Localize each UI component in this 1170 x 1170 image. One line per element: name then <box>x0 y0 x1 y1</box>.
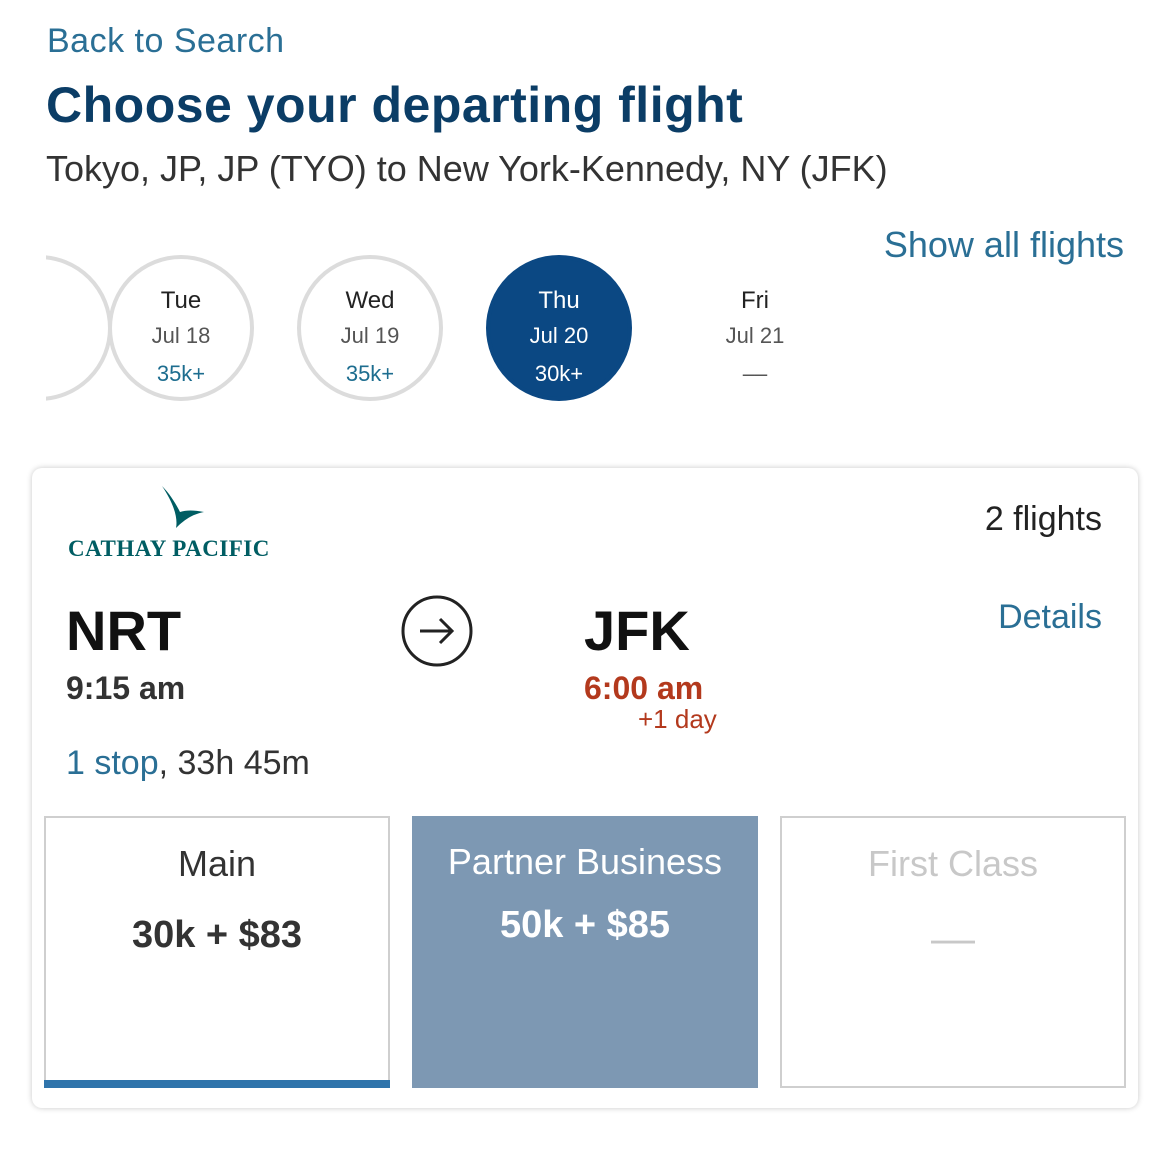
cathay-brushwing-icon <box>162 486 204 528</box>
details-link[interactable]: Details <box>998 598 1102 637</box>
date-price: 35k+ <box>156 361 206 386</box>
airline-name: CATHAY PACIFIC <box>68 536 270 561</box>
departure-time: 9:15 am <box>66 670 186 706</box>
date-price: –– <box>742 361 768 386</box>
date-date: Jul 21 <box>725 323 785 348</box>
date-day: Wed <box>345 287 395 314</box>
date-day: Tue <box>160 287 202 314</box>
destination-airport-code: JFK <box>584 599 690 662</box>
stops-link[interactable]: 1 stop <box>66 744 159 782</box>
stops-duration: 1 stop, 33h 45m <box>66 744 310 783</box>
fare-partner-business[interactable]: Partner Business 50k + $85 <box>412 816 758 1088</box>
date-pill-jul-21[interactable]: Fri Jul 21 –– <box>682 255 828 401</box>
back-to-search-link[interactable]: Back to Search <box>47 22 285 61</box>
selected-fare-indicator <box>44 1080 390 1088</box>
fare-price: 30k + $83 <box>131 914 303 956</box>
arrow-right-circle-icon <box>401 595 473 667</box>
date-date: Jul 18 <box>151 323 211 348</box>
date-date: Jul 19 <box>340 323 400 348</box>
fare-label: First Class <box>868 843 1038 884</box>
fare-first-class: First Class — <box>780 816 1126 1088</box>
fare-label: Partner Business <box>447 841 723 882</box>
duration: , 33h 45m <box>158 744 310 782</box>
page-title: Choose your departing flight <box>46 77 744 133</box>
fare-price: — <box>931 914 975 963</box>
date-selector: Tue Jul 18 35k+ Wed Jul 19 35k+ Thu Jul … <box>46 255 1126 405</box>
arrival-day-offset: +1 day <box>638 704 717 734</box>
fare-price: 50k + $85 <box>499 904 671 946</box>
fare-label: Main <box>177 843 257 884</box>
flight-card[interactable]: CATHAY PACIFIC 2 flights Details NRT 9:1… <box>32 468 1138 1108</box>
date-day: Thu <box>538 287 580 314</box>
date-price: 35k+ <box>345 361 395 386</box>
date-day: Fri <box>741 287 769 314</box>
route-summary: Tokyo, JP, JP (TYO) to New York-Kennedy,… <box>46 148 888 189</box>
date-pill-jul-20[interactable]: Thu Jul 20 30k+ <box>486 255 632 401</box>
fare-main[interactable]: Main 30k + $83 <box>44 816 390 1088</box>
date-pill-jul-18[interactable]: Tue Jul 18 35k+ <box>108 255 254 401</box>
date-pill-jul-19[interactable]: Wed Jul 19 35k+ <box>297 255 443 401</box>
date-date: Jul 20 <box>529 323 589 348</box>
origin-airport-code: NRT <box>66 599 182 662</box>
date-pill-previous[interactable] <box>46 255 112 401</box>
date-price: 30k+ <box>534 361 584 386</box>
flight-count: 2 flights <box>984 500 1102 538</box>
arrival-time: 6:00 am <box>584 670 704 706</box>
airline-logo: CATHAY PACIFIC <box>68 484 298 564</box>
